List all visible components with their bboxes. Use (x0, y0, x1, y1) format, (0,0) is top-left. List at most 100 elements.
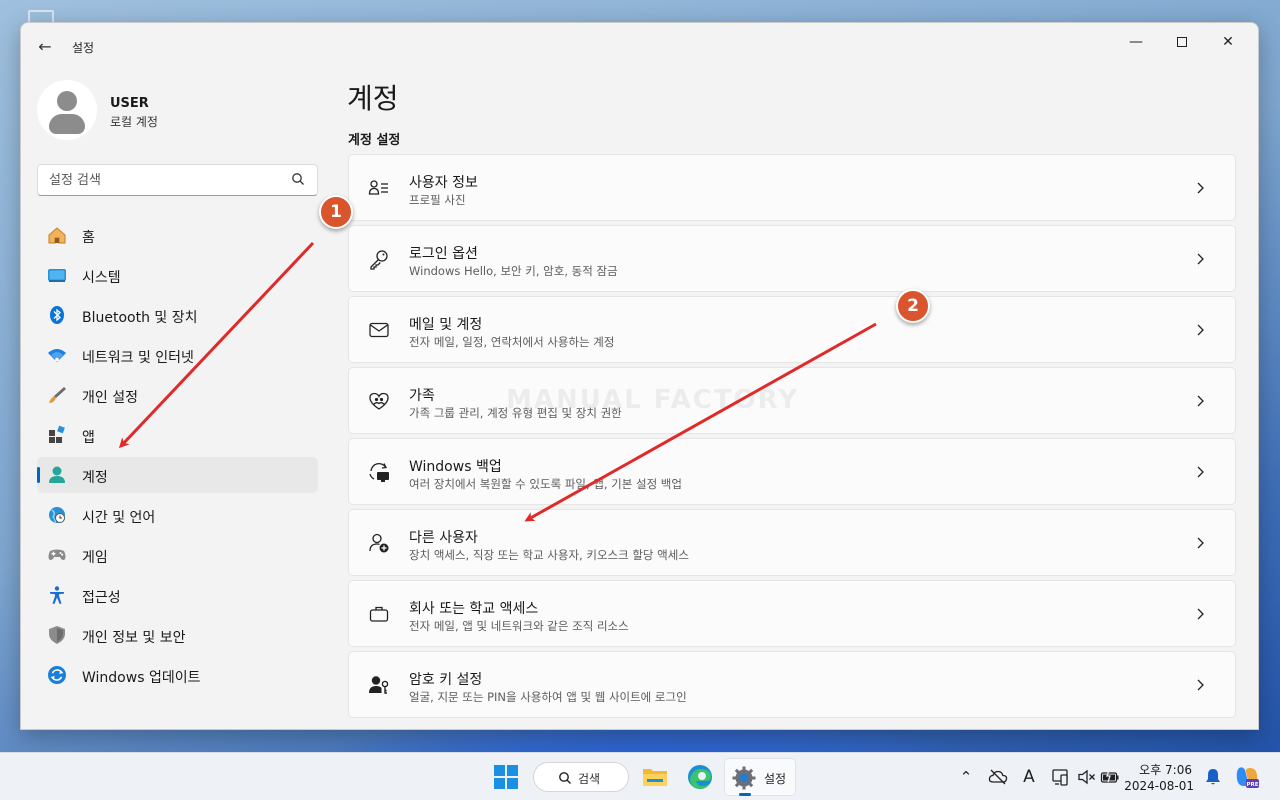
gamepad-icon (48, 549, 66, 560)
taskbar: 검색 설정 ⌃ A 오후 7:06 2024-08-01 PRE (0, 752, 1280, 800)
sidebar-item-label: 네트워크 및 인터넷 (82, 350, 194, 366)
sidebar-item-personalization[interactable]: 개인 설정 (37, 377, 318, 413)
speaker-muted-icon[interactable] (1077, 767, 1097, 787)
sidebar-nav: 홈 시스템 Bluetooth 및 장치 네트워크 및 인터넷 개인 설정 앱 … (37, 217, 318, 697)
onedrive-cloud-icon[interactable] (988, 767, 1008, 787)
sidebar-item-label: 홈 (82, 230, 95, 246)
gear-icon (732, 766, 756, 790)
maximize-button[interactable] (1159, 27, 1205, 57)
page-title: 계정 (347, 82, 399, 115)
running-indicator (739, 793, 751, 796)
sidebar-item-label: 개인 설정 (82, 390, 138, 406)
back-arrow-icon: ← (38, 37, 52, 56)
tray-overflow-chevron-icon[interactable]: ⌃ (956, 767, 976, 787)
card-passkey-settings[interactable]: 암호 키 설정 얼굴, 지문 또는 PIN을 사용하여 앱 및 웹 사이트에 로… (348, 651, 1236, 718)
battery-icon[interactable] (1100, 767, 1120, 787)
card-other-users[interactable]: 다른 사용자 장치 액세스, 직장 또는 학교 사용자, 키오스크 할당 액세스 (348, 509, 1236, 576)
card-description: 프로필 사진 (409, 193, 466, 207)
sidebar-item-label: 계정 (82, 470, 108, 486)
add-user-icon (369, 533, 389, 553)
settings-search (37, 164, 318, 196)
sidebar-item-label: Bluetooth 및 장치 (82, 310, 198, 326)
card-description: 장치 액세스, 직장 또는 학교 사용자, 키오스크 할당 액세스 (409, 548, 689, 562)
taskbar-search-label: 검색 (578, 772, 601, 786)
system-icon (48, 269, 66, 282)
window-title: 설정 (72, 41, 95, 55)
chevron-right-icon (1197, 182, 1204, 194)
sidebar-item-network[interactable]: 네트워크 및 인터넷 (37, 337, 318, 373)
chevron-right-icon (1197, 466, 1204, 478)
back-button[interactable]: ← (33, 35, 57, 59)
card-description: 여러 장치에서 복원할 수 있도록 파일, 앱, 기본 설정 백업 (409, 477, 682, 491)
mail-icon (369, 322, 389, 338)
search-icon[interactable] (291, 172, 305, 186)
file-explorer-icon[interactable] (641, 763, 669, 791)
key-icon (370, 250, 388, 270)
card-title: 로그인 옵션 (409, 246, 478, 262)
wifi-icon (48, 349, 66, 362)
chevron-right-icon (1197, 395, 1204, 407)
briefcase-icon (369, 606, 389, 622)
taskbar-settings-app[interactable]: 설정 (724, 758, 796, 796)
ime-indicator[interactable]: A (1019, 767, 1039, 787)
user-info-icon (368, 180, 388, 195)
card-title: Windows 백업 (409, 459, 502, 475)
card-title: 다른 사용자 (409, 530, 478, 546)
copilot-icon[interactable]: PRE (1234, 764, 1260, 790)
chevron-right-icon (1197, 537, 1204, 549)
sidebar-item-time-language[interactable]: 시간 및 언어 (37, 497, 318, 533)
close-button[interactable]: ✕ (1205, 27, 1251, 57)
chevron-right-icon (1197, 324, 1204, 336)
sidebar-item-privacy[interactable]: 개인 정보 및 보안 (37, 617, 318, 653)
windows-start-icon[interactable] (492, 763, 520, 791)
clock-date[interactable]: 2024-08-01 (1124, 779, 1194, 793)
search-input[interactable] (38, 165, 278, 195)
taskbar-search[interactable]: 검색 (533, 762, 629, 792)
sidebar-item-label: 시간 및 언어 (82, 510, 156, 526)
sidebar-item-label: 시스템 (82, 270, 121, 286)
home-icon (48, 227, 66, 244)
account-type: 로컬 계정 (110, 115, 158, 129)
taskbar-settings-label: 설정 (764, 772, 787, 786)
card-user-info[interactable]: 사용자 정보 프로필 사진 (348, 154, 1236, 221)
minimize-button[interactable]: — (1113, 27, 1159, 57)
sidebar-item-gaming[interactable]: 게임 (37, 537, 318, 573)
card-work-school-access[interactable]: 회사 또는 학교 액세스 전자 메일, 앱 및 네트워크와 같은 조직 리소스 (348, 580, 1236, 647)
sidebar-item-system[interactable]: 시스템 (37, 257, 318, 293)
sidebar-item-accounts[interactable]: 계정 (37, 457, 318, 493)
card-title: 암호 키 설정 (409, 672, 483, 688)
account-icon (49, 466, 65, 483)
card-sign-in-options[interactable]: 로그인 옵션 Windows Hello, 보안 키, 암호, 동적 잠금 (348, 225, 1236, 292)
card-description: 얼굴, 지문 또는 PIN을 사용하여 앱 및 웹 사이트에 로그인 (409, 690, 687, 704)
chevron-right-icon (1197, 608, 1204, 620)
card-title: 회사 또는 학교 액세스 (409, 601, 539, 617)
avatar[interactable] (37, 80, 97, 140)
step-badge-2: 2 (896, 289, 930, 323)
clock-time[interactable]: 오후 7:06 (1139, 761, 1192, 778)
sidebar-item-bluetooth[interactable]: Bluetooth 및 장치 (37, 297, 318, 333)
card-email-accounts[interactable]: 메일 및 계정 전자 메일, 일정, 연락처에서 사용하는 계정 (348, 296, 1236, 363)
card-title: 사용자 정보 (409, 175, 478, 191)
card-title: 가족 (409, 388, 435, 404)
search-icon (559, 772, 571, 784)
sidebar-item-windows-update[interactable]: Windows 업데이트 (37, 657, 318, 693)
minimize-icon: — (1129, 34, 1143, 50)
sidebar-item-label: Windows 업데이트 (82, 670, 201, 686)
card-description: 전자 메일, 일정, 연락처에서 사용하는 계정 (409, 335, 615, 349)
accessibility-icon (50, 586, 64, 604)
backup-icon (369, 463, 389, 482)
card-description: 전자 메일, 앱 및 네트워크와 같은 조직 리소스 (409, 619, 629, 633)
card-windows-backup[interactable]: Windows 백업 여러 장치에서 복원할 수 있도록 파일, 앱, 기본 설… (348, 438, 1236, 505)
notification-bell-icon[interactable] (1203, 767, 1223, 787)
edge-browser-icon[interactable] (686, 763, 714, 791)
watermark: MANUAL FACTORY (506, 385, 800, 415)
phone-link-icon[interactable] (1050, 767, 1070, 787)
chevron-right-icon (1197, 253, 1204, 265)
step-badge-1: 1 (319, 195, 353, 229)
sidebar-item-home[interactable]: 홈 (37, 217, 318, 253)
sidebar-item-accessibility[interactable]: 접근성 (37, 577, 318, 613)
bluetooth-icon (50, 306, 64, 324)
sidebar-item-label: 개인 정보 및 보안 (82, 630, 186, 646)
sidebar-item-apps[interactable]: 앱 (37, 417, 318, 453)
update-icon (48, 666, 66, 684)
